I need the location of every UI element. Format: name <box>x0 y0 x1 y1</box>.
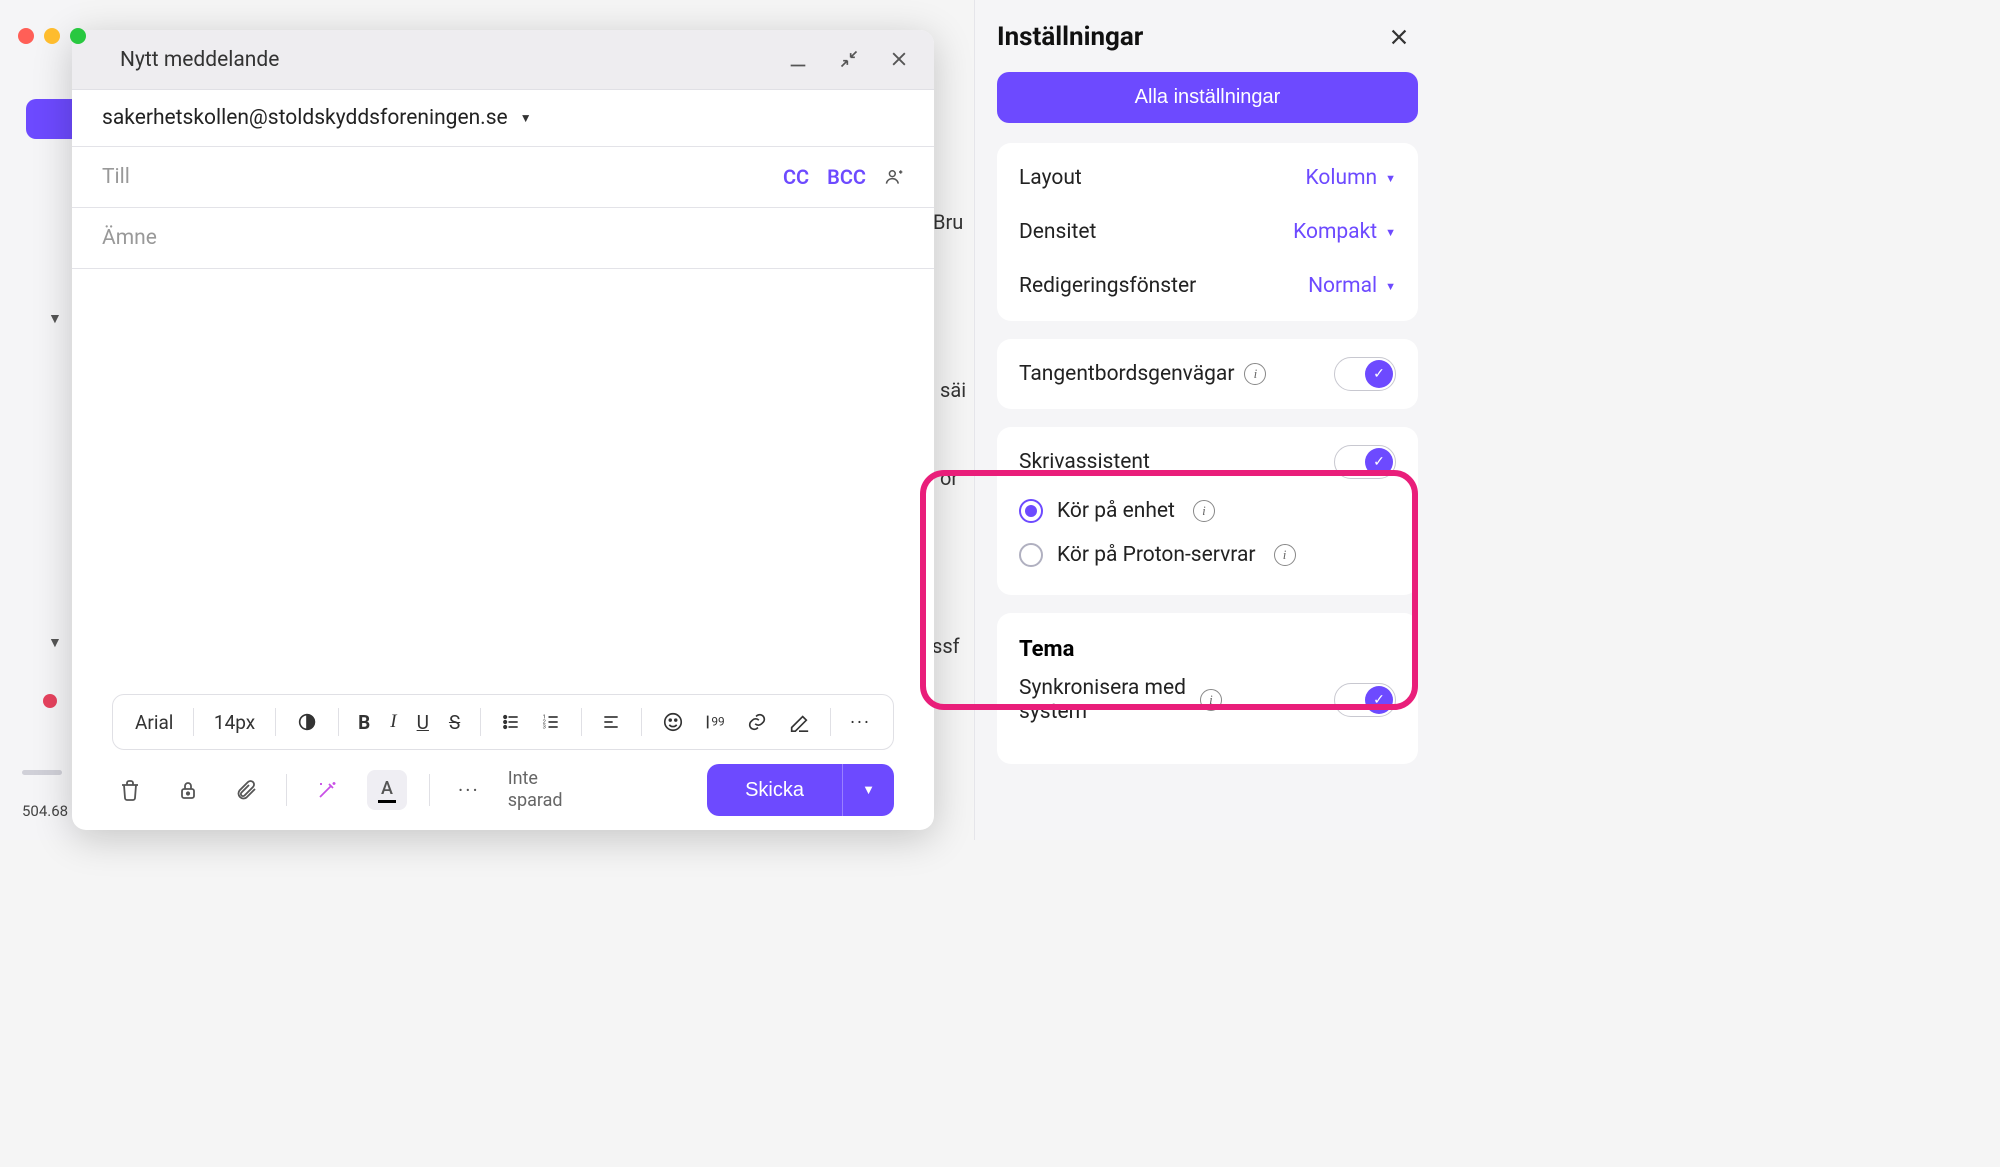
density-value[interactable]: Kompakt▼ <box>1293 220 1396 244</box>
assistant-card: Skrivassistent ✓ Kör på enhet i Kör på P… <box>997 427 1418 595</box>
minimize-window-icon[interactable] <box>44 28 60 44</box>
compose-window: Nytt meddelande sakerhetskollen@stoldsky… <box>72 30 934 830</box>
subject-placeholder: Ämne <box>102 226 904 250</box>
theme-heading: Tema <box>1019 627 1396 668</box>
clear-format-icon[interactable] <box>780 707 818 737</box>
close-icon[interactable] <box>889 49 909 71</box>
from-row[interactable]: sakerhetskollen@stoldskyddsforeningen.se… <box>72 90 934 146</box>
close-window-icon[interactable] <box>18 28 34 44</box>
radio-icon[interactable] <box>1019 499 1043 523</box>
send-button[interactable]: Skicka <box>707 764 842 816</box>
italic-button[interactable]: I <box>382 707 404 737</box>
collapse-icon[interactable] <box>839 49 859 71</box>
bullet-list-icon[interactable] <box>493 708 529 736</box>
settings-title: Inställningar <box>997 22 1143 52</box>
chevron-down-icon[interactable]: ▼ <box>48 634 62 651</box>
numbered-list-icon[interactable]: 123 <box>533 708 569 736</box>
more-icon[interactable]: ··· <box>842 707 879 738</box>
color-contrast-icon[interactable] <box>288 707 326 737</box>
storage-bar <box>22 770 62 775</box>
chevron-down-icon: ▼ <box>1385 226 1396 239</box>
layout-label: Layout <box>1019 166 1082 190</box>
emoji-icon[interactable] <box>654 707 692 737</box>
minimize-icon[interactable] <box>787 49 809 71</box>
theme-card: Tema Synkronisera medsystem i ✓ <box>997 613 1418 764</box>
to-row[interactable]: Till CC BCC <box>72 146 934 208</box>
sync-label: Synkronisera medsystem i <box>1019 676 1222 724</box>
trash-icon[interactable] <box>112 772 148 808</box>
bcc-button[interactable]: BCC <box>827 165 866 189</box>
density-label: Densitet <box>1019 220 1096 244</box>
cc-button[interactable]: CC <box>783 165 809 189</box>
format-toolbar: Arial 14px B I U S 123 99 <box>112 694 894 750</box>
svg-text:3: 3 <box>542 725 545 731</box>
attachment-icon[interactable] <box>228 772 264 808</box>
chevron-down-icon[interactable]: ▼ <box>48 310 62 327</box>
info-icon[interactable]: i <box>1200 689 1222 711</box>
window-traffic-lights[interactable] <box>18 28 86 44</box>
svg-text:99: 99 <box>711 715 724 729</box>
to-label: Till <box>102 165 783 189</box>
strikethrough-button[interactable]: S <box>441 707 468 738</box>
font-color-button[interactable]: A <box>367 770 407 810</box>
shortcuts-card: Tangentbordsgenvägar i ✓ <box>997 339 1418 409</box>
add-contact-icon[interactable] <box>884 167 904 187</box>
bg-text: säi <box>940 378 966 402</box>
font-family-select[interactable]: Arial <box>127 707 181 738</box>
editor-window-row[interactable]: Redigeringsfönster Normal▼ <box>1019 259 1396 313</box>
underline-button[interactable]: U <box>409 707 437 738</box>
bg-text: or <box>940 466 958 490</box>
compose-actions: A ··· Inte sparad Skicka ▼ <box>72 750 934 830</box>
left-sidebar: ▼ ▼ 504.68 <box>0 0 80 840</box>
layout-row[interactable]: Layout Kolumn▼ <box>1019 151 1396 205</box>
info-icon[interactable]: i <box>1274 544 1296 566</box>
bg-text: Bru <box>933 210 963 234</box>
compose-header: Nytt meddelande <box>72 30 934 90</box>
save-status: Inte sparad <box>508 768 685 811</box>
storage-text: 504.68 <box>22 802 68 820</box>
font-size-select[interactable]: 14px <box>206 707 263 738</box>
shortcuts-toggle[interactable]: ✓ <box>1334 357 1396 391</box>
chevron-down-icon: ▼ <box>1385 172 1396 185</box>
from-address: sakerhetskollen@stoldskyddsforeningen.se <box>102 106 508 130</box>
editor-window-value[interactable]: Normal▼ <box>1308 274 1396 298</box>
compose-title: Nytt meddelande <box>120 48 787 72</box>
display-settings-card: Layout Kolumn▼ Densitet Kompakt▼ Rediger… <box>997 143 1418 321</box>
density-row[interactable]: Densitet Kompakt▼ <box>1019 205 1396 259</box>
link-icon[interactable] <box>738 707 776 737</box>
info-icon[interactable]: i <box>1244 363 1266 385</box>
chevron-down-icon[interactable]: ▼ <box>520 111 532 125</box>
editor-window-label: Redigeringsfönster <box>1019 274 1196 298</box>
bg-text: ssf <box>932 634 960 658</box>
info-icon[interactable]: i <box>1193 500 1215 522</box>
label-color-dot <box>43 694 57 708</box>
message-body[interactable] <box>72 269 934 694</box>
subject-row[interactable]: Ämne <box>72 208 934 269</box>
settings-panel: Inställningar Alla inställningar Layout … <box>974 0 1440 840</box>
close-icon[interactable] <box>1380 22 1418 52</box>
assistant-option-device[interactable]: Kör på enhet i <box>1019 489 1396 533</box>
radio-icon[interactable] <box>1019 543 1043 567</box>
more-actions-icon[interactable]: ··· <box>452 772 486 808</box>
assistant-label: Skrivassistent <box>1019 450 1150 474</box>
sync-toggle[interactable]: ✓ <box>1334 683 1396 717</box>
maximize-window-icon[interactable] <box>70 28 86 44</box>
assistant-toggle[interactable]: ✓ <box>1334 445 1396 479</box>
quote-icon[interactable]: 99 <box>696 707 734 737</box>
chevron-down-icon: ▼ <box>1385 280 1396 293</box>
assistant-option-servers[interactable]: Kör på Proton-servrar i <box>1019 533 1396 577</box>
send-dropdown[interactable]: ▼ <box>842 764 894 816</box>
magic-wand-icon[interactable] <box>309 772 345 808</box>
all-settings-button[interactable]: Alla inställningar <box>997 72 1418 123</box>
shortcuts-label: Tangentbordsgenvägar i <box>1019 362 1266 386</box>
layout-value[interactable]: Kolumn▼ <box>1306 166 1396 190</box>
align-icon[interactable] <box>593 708 629 736</box>
lock-icon[interactable] <box>170 772 206 808</box>
bold-button[interactable]: B <box>350 707 378 738</box>
